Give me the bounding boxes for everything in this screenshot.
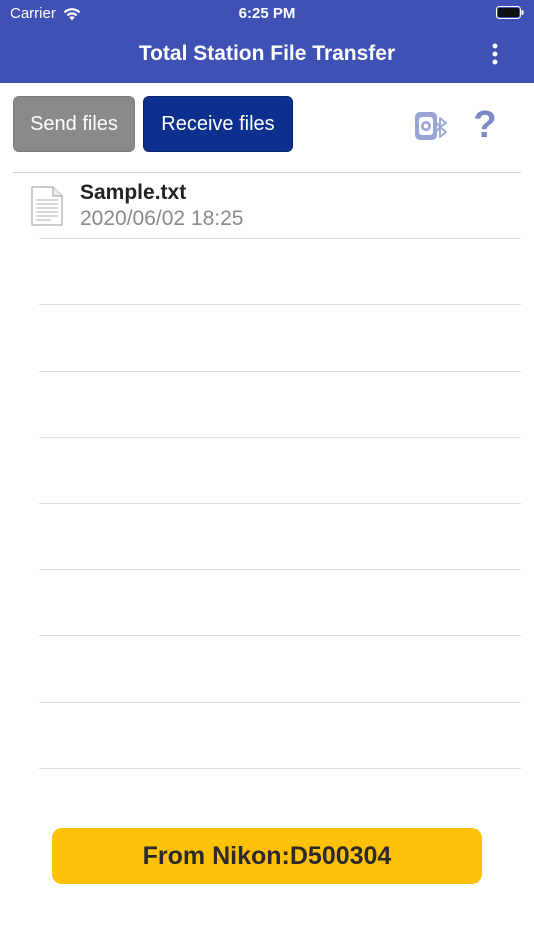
row-divider xyxy=(39,304,521,305)
file-list-item[interactable]: Sample.txt 2020/06/02 18:25 xyxy=(0,173,534,239)
status-time: 6:25 PM xyxy=(238,5,296,22)
page-title: Total Station File Transfer xyxy=(138,42,396,65)
text-document-icon xyxy=(31,186,63,226)
row-divider xyxy=(39,569,521,570)
row-divider xyxy=(39,635,521,636)
battery-icon xyxy=(496,6,524,19)
file-date: 2020/06/02 18:25 xyxy=(80,207,244,230)
row-divider xyxy=(39,503,521,504)
app-screen: Carrier 6:25 PM Total Station File Trans… xyxy=(0,0,534,950)
row-divider xyxy=(39,768,521,769)
help-icon[interactable]: ? xyxy=(468,104,502,146)
receive-files-button[interactable]: Receive files xyxy=(143,96,293,152)
more-vert-icon[interactable] xyxy=(490,42,500,66)
file-name: Sample.txt xyxy=(80,181,187,204)
row-divider xyxy=(39,702,521,703)
row-divider xyxy=(39,371,521,372)
row-divider xyxy=(39,238,521,239)
device-source-banner[interactable]: From Nikon:D500304 xyxy=(52,828,482,884)
app-header: Carrier 6:25 PM Total Station File Trans… xyxy=(0,0,534,83)
row-divider xyxy=(39,437,521,438)
send-files-button[interactable]: Send files xyxy=(13,96,135,152)
bluetooth-device-icon[interactable] xyxy=(412,108,450,144)
